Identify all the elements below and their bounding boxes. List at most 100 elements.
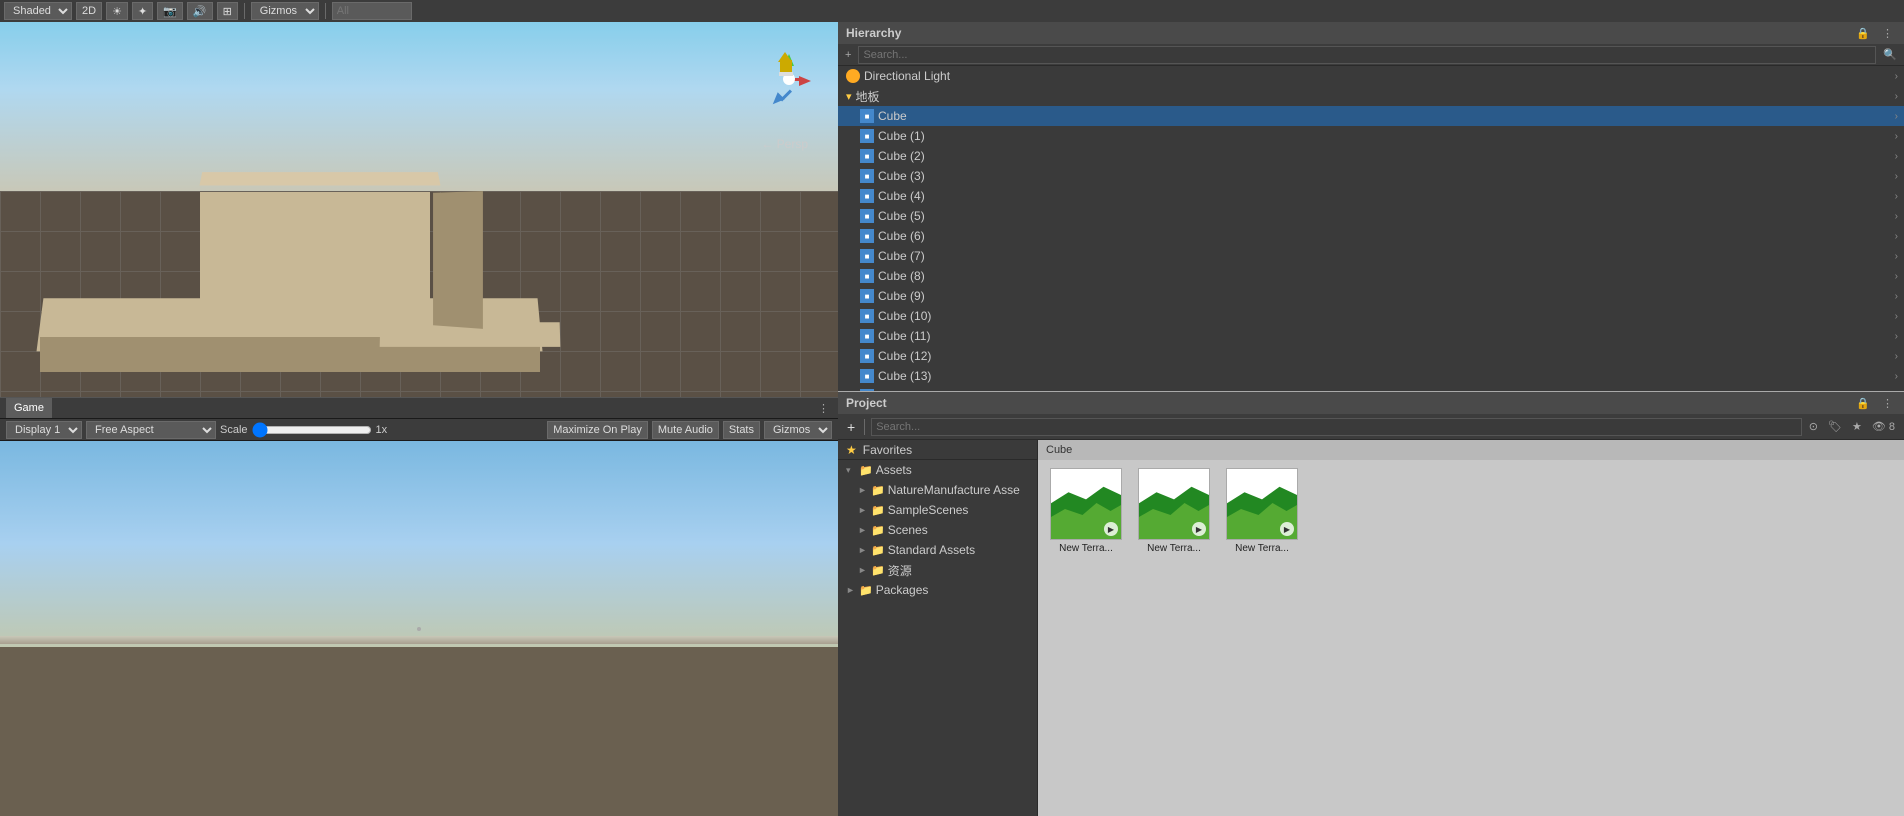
cube-chevron-1: › [1895, 131, 1898, 142]
project-star-btn[interactable]: ★ [1849, 420, 1865, 433]
hierarchy-add[interactable]: + [842, 49, 854, 61]
scale-slider[interactable] [252, 423, 372, 437]
project-menu[interactable]: ⋮ [1879, 397, 1896, 410]
cube-label-2: Cube (2) [878, 149, 925, 163]
nature-folder-icon: 📁 [871, 484, 885, 497]
tree-resources[interactable]: ► 📁 资源 [838, 560, 1037, 580]
packages-label: Packages [876, 583, 929, 597]
game-ground [0, 647, 838, 816]
audio-btn[interactable]: 🔊 [187, 2, 213, 20]
stats-btn[interactable]: Stats [723, 421, 760, 439]
project-filter-btn[interactable]: ⊙ [1806, 420, 1821, 433]
scene-view[interactable]: ← Persp [0, 22, 838, 397]
tree-nature[interactable]: ► 📁 NatureManufacture Asse [838, 480, 1037, 500]
lighting-btn[interactable]: ☀ [106, 2, 128, 20]
hierarchy-floor[interactable]: ▾ 地板 › [838, 86, 1904, 106]
favorites-label: Favorites [863, 443, 912, 457]
hierarchy-search-input[interactable] [858, 46, 1876, 64]
game-panel-menu[interactable]: ⋮ [815, 402, 832, 415]
aspect-dropdown[interactable]: Free Aspect [86, 421, 216, 439]
favorites-header[interactable]: ★ Favorites [838, 440, 1037, 460]
scene-search[interactable] [332, 2, 412, 20]
maximize-btn[interactable]: Maximize On Play [547, 421, 648, 439]
hierarchy-menu[interactable]: ⋮ [1879, 27, 1896, 40]
shading-dropdown[interactable]: Shaded [4, 2, 72, 20]
game-tab[interactable]: Game [6, 398, 52, 418]
cube-icon-10: ■ [860, 309, 874, 323]
project-tag-btn[interactable]: 🏷 [1825, 420, 1845, 433]
hierarchy-cube-20[interactable]: ■ Cube (20) › [838, 386, 1904, 391]
cube-icon-1: ■ [860, 129, 874, 143]
assets-tri: ▾ [846, 465, 856, 476]
standard-folder-icon: 📁 [871, 544, 885, 557]
display-dropdown[interactable]: Display 1 [6, 421, 82, 439]
project-add-btn[interactable]: + [844, 419, 858, 435]
hierarchy-cube-6[interactable]: ■ Cube (6) › [838, 226, 1904, 246]
terrain-play-2[interactable]: ▶ [1192, 522, 1206, 536]
cube-chevron-12: › [1895, 351, 1898, 362]
asset-terrain-2[interactable]: ▶ New Terra... [1134, 468, 1214, 554]
tree-sample[interactable]: ► 📁 SampleScenes [838, 500, 1037, 520]
tree-packages[interactable]: ► 📁 Packages [838, 580, 1037, 600]
hierarchy-cube-3[interactable]: ■ Cube (3) › [838, 166, 1904, 186]
terrain-play-1[interactable]: ▶ [1104, 522, 1118, 536]
cube-label-12: Cube (12) [878, 349, 931, 363]
project-assets-area: Cube ▶ [1038, 440, 1904, 816]
sample-tri: ► [858, 505, 868, 515]
hierarchy-cube-8[interactable]: ■ Cube (8) › [838, 266, 1904, 286]
fav-star-icon: ★ [846, 443, 857, 457]
cube-icon-20: ■ [860, 389, 874, 391]
fx-btn[interactable]: ✦ [132, 2, 153, 20]
cube-icon-0: ■ [860, 109, 874, 123]
hierarchy-cube-1[interactable]: ■ Cube (1) › [838, 126, 1904, 146]
hierarchy-cube-9[interactable]: ■ Cube (9) › [838, 286, 1904, 306]
gizmos-dropdown[interactable]: Gizmos [251, 2, 319, 20]
project-search-input[interactable] [871, 418, 1802, 436]
hierarchy-cube-13[interactable]: ■ Cube (13) › [838, 366, 1904, 386]
hierarchy-cube-12[interactable]: ■ Cube (12) › [838, 346, 1904, 366]
floor-label: 地板 [856, 88, 880, 105]
mute-btn[interactable]: Mute Audio [652, 421, 719, 439]
cube-label-20: Cube (20) [878, 389, 931, 391]
hierarchy-search-icon[interactable]: 🔍 [1880, 48, 1900, 61]
tree-standard[interactable]: ► 📁 Standard Assets [838, 540, 1037, 560]
hierarchy-cube[interactable]: ■ Cube › [838, 106, 1904, 126]
asset-thumb-2: ▶ [1138, 468, 1210, 540]
nature-tri: ► [858, 485, 868, 495]
scene-toolbar: Shaded 2D ☀ ✦ 📷 🔊 ⊞ Gizmos [0, 0, 1904, 22]
scenes-label: Scenes [888, 523, 928, 537]
hierarchy-cube-11[interactable]: ■ Cube (11) › [838, 326, 1904, 346]
scale-value: 1x [376, 424, 388, 436]
cube-icon-2: ■ [860, 149, 874, 163]
hierarchy-cube-2[interactable]: ■ Cube (2) › [838, 146, 1904, 166]
grid-btn[interactable]: ⊞ [217, 2, 238, 20]
gizmo-widget[interactable] [763, 52, 813, 107]
sample-folder-icon: 📁 [871, 504, 885, 517]
tree-scenes[interactable]: ► 📁 Scenes [838, 520, 1037, 540]
hierarchy-cube-4[interactable]: ■ Cube (4) › [838, 186, 1904, 206]
game-gizmos-dropdown[interactable]: Gizmos [764, 421, 832, 439]
hierarchy-cube-5[interactable]: ■ Cube (5) › [838, 206, 1904, 226]
cube-icon-12: ■ [860, 349, 874, 363]
cube-label-7: Cube (7) [878, 249, 925, 263]
2d-toggle[interactable]: 2D [76, 2, 102, 20]
hierarchy-directional-light[interactable]: Directional Light › [838, 66, 1904, 86]
project-split: ★ Favorites ▾ 📁 Assets ► 📁 NatureMa [838, 440, 1904, 816]
project-lock[interactable]: 🔒 [1853, 397, 1873, 410]
dir-light-chevron: › [1895, 71, 1898, 82]
hierarchy-cube-7[interactable]: ■ Cube (7) › [838, 246, 1904, 266]
cube-side [433, 191, 483, 329]
cube-label-11: Cube (11) [878, 329, 930, 343]
project-eye-btn[interactable]: 👁 8 [1869, 420, 1898, 433]
asset-terrain-3[interactable]: ▶ New Terra... [1222, 468, 1302, 554]
scene-cam-btn[interactable]: 📷 [157, 2, 183, 20]
terrain-play-3[interactable]: ▶ [1280, 522, 1294, 536]
asset-terrain-1[interactable]: ▶ New Terra... [1046, 468, 1126, 554]
tree-assets[interactable]: ▾ 📁 Assets [838, 460, 1037, 480]
packages-folder-icon: 📁 [859, 584, 873, 597]
cube-chevron-20: › [1895, 391, 1898, 392]
hierarchy-lock[interactable]: 🔒 [1853, 27, 1873, 40]
asset-name-3: New Terra... [1235, 543, 1289, 554]
hierarchy-cube-10[interactable]: ■ Cube (10) › [838, 306, 1904, 326]
cube-icon-5: ■ [860, 209, 874, 223]
